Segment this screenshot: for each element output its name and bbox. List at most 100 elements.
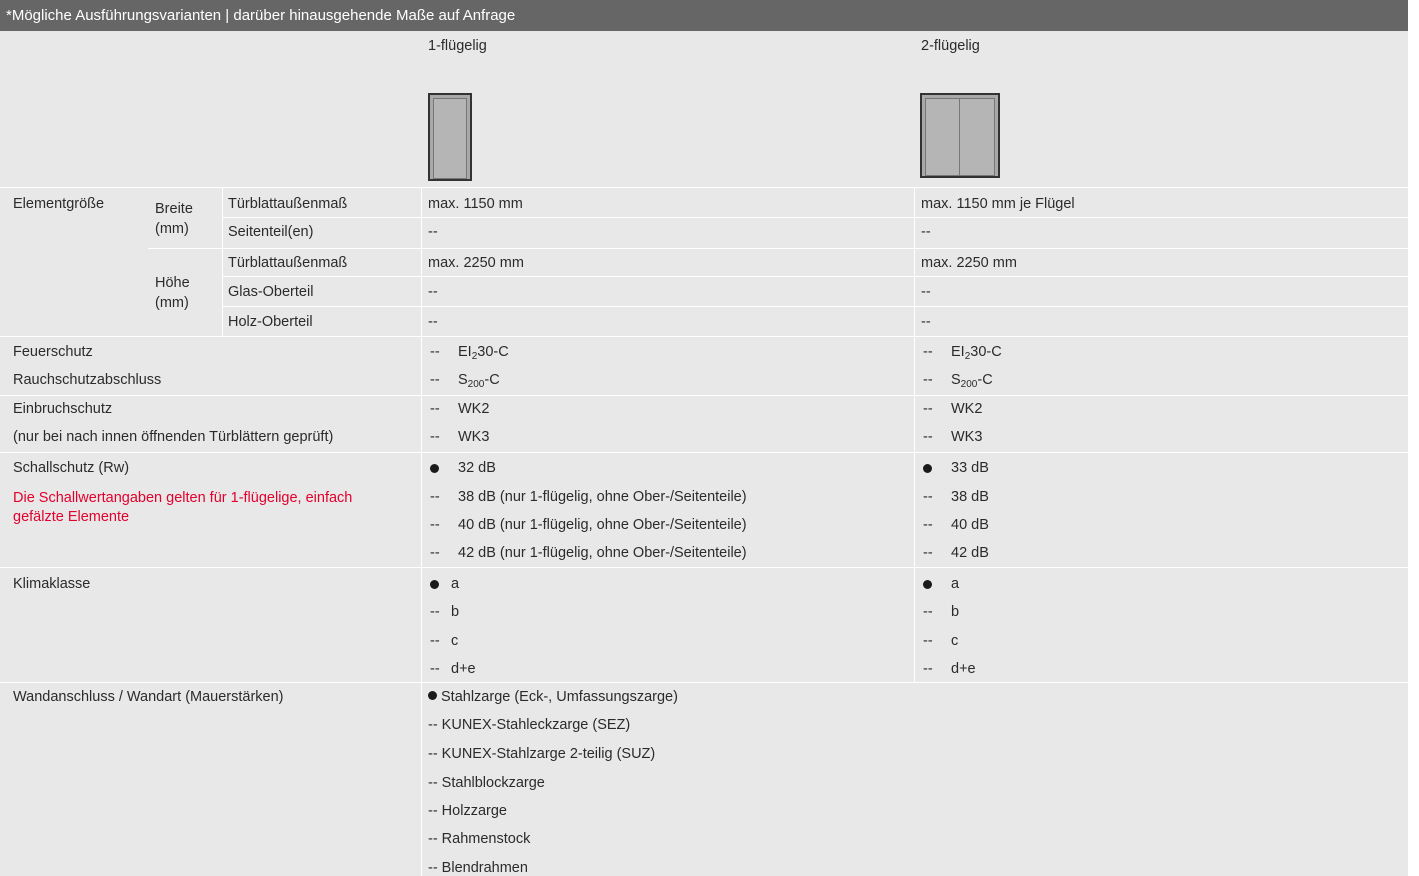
row-divider [0, 395, 1408, 396]
marker-dash: -- [430, 344, 440, 360]
sound-value-2: 33 dB [951, 460, 989, 476]
climate-value: a [951, 576, 960, 592]
label-breite: Breite (mm) [155, 201, 193, 237]
row-divider [148, 248, 1408, 249]
row-label-burglary: Einbruchschutz [13, 401, 113, 417]
fire-rating-1: EI230-C [458, 344, 509, 362]
row-divider [0, 452, 1408, 453]
sound-note: Die Schallwertangaben gelten für 1-flüge… [13, 490, 353, 525]
row-label-sound: Schallschutz (Rw) [13, 460, 130, 476]
marker-dash: -- [430, 429, 440, 445]
row-divider [0, 336, 1408, 337]
climate-value: d+e [951, 661, 976, 677]
climate-value: b [451, 604, 460, 620]
row-label-element-size: Elementgröße [13, 196, 105, 212]
size-sub-label: Holz-Oberteil [228, 314, 313, 330]
standard-dot-icon [430, 461, 450, 477]
size-value-1: max. 2250 mm [428, 255, 524, 271]
size-sub-label: Seitenteil(en) [228, 224, 314, 240]
row-label-fire: Feuerschutz [13, 344, 93, 360]
label-hoehe: Höhe (mm) [155, 275, 190, 311]
marker-dash: -- [923, 344, 933, 360]
burglary-value: WK3 [951, 429, 983, 445]
sound-value-2: 40 dB [951, 517, 989, 533]
column-divider [421, 187, 422, 876]
marker-dash: -- [923, 372, 933, 388]
spec-table: 1-flügelig 2-flügelig Elementgröße Breit… [0, 31, 1408, 876]
marker-dash: -- [923, 489, 933, 505]
marker-dash: -- [430, 604, 440, 620]
wall-item: -- Blendrahmen [428, 860, 528, 876]
burglary-value: WK2 [458, 401, 490, 417]
size-value-2: -- [921, 284, 931, 300]
wall-item: -- KUNEX-Stahlzarge 2-teilig (SUZ) [428, 746, 656, 762]
table-header: *Mögliche Ausführungsvarianten | darüber… [0, 0, 1408, 31]
size-value-1: max. 1150 mm [428, 196, 523, 212]
column-divider [914, 187, 915, 682]
size-value-2: -- [921, 224, 931, 240]
marker-dash: -- [923, 604, 933, 620]
row-divider [0, 567, 1408, 568]
climate-value: b [951, 604, 960, 620]
smoke-rating-1: S200-C [458, 372, 500, 390]
marker-dash: -- [923, 633, 933, 649]
climate-value: c [951, 633, 959, 649]
sound-value-2: 38 dB [951, 489, 989, 505]
row-label-burglary-note: (nur bei nach innen öffnenden Türblätter… [13, 429, 334, 445]
marker-dash: -- [430, 633, 440, 649]
wall-item: -- KUNEX-Stahleckzarge (SEZ) [428, 717, 631, 733]
sound-value-1: 32 dB [458, 460, 496, 476]
row-divider [0, 187, 1408, 188]
column-divider [222, 187, 223, 336]
size-value-2: max. 2250 mm [921, 255, 1017, 271]
burglary-value: WK3 [458, 429, 490, 445]
standard-dot-icon [923, 577, 943, 593]
wall-item: -- Holzzarge [428, 803, 507, 819]
row-divider [222, 306, 1408, 307]
standard-dot-icon [923, 461, 943, 477]
marker-dash: -- [430, 401, 440, 417]
wall-item: -- Rahmenstock [428, 831, 531, 847]
sound-value-1: 38 dB (nur 1-flügelig, ohne Ober-/Seiten… [458, 489, 747, 505]
marker-dash: -- [923, 545, 933, 561]
size-value-1: -- [428, 284, 438, 300]
column-header-2-fluegelig: 2-flügelig [921, 38, 980, 54]
size-value-1: -- [428, 314, 438, 330]
sound-value-1: 40 dB (nur 1-flügelig, ohne Ober-/Seiten… [458, 517, 747, 533]
standard-dot-icon [430, 577, 450, 593]
row-divider [0, 682, 1408, 683]
marker-dash: -- [430, 517, 440, 533]
row-label-wall: Wandanschluss / Wandart (Mauerstärken) [13, 689, 284, 705]
wall-item: Stahlzarge (Eck-, Umfassungszarge) [428, 689, 678, 705]
size-value-2: -- [921, 314, 931, 330]
climate-value: d+e [451, 661, 476, 677]
marker-dash: -- [923, 401, 933, 417]
fire-rating-2: EI230-C [951, 344, 1002, 362]
row-divider [222, 276, 1408, 277]
row-label-smoke: Rauchschutzabschluss [13, 372, 162, 388]
single-door-image [428, 93, 472, 181]
size-sub-label: Glas-Oberteil [228, 284, 314, 300]
marker-dash: -- [923, 661, 933, 677]
wall-item: -- Stahlblockzarge [428, 775, 545, 791]
row-label-climate: Klimaklasse [13, 576, 91, 592]
marker-dash: -- [923, 517, 933, 533]
marker-dash: -- [430, 372, 440, 388]
burglary-value: WK2 [951, 401, 983, 417]
row-divider [222, 217, 1408, 218]
sound-value-1: 42 dB (nur 1-flügelig, ohne Ober-/Seiten… [458, 545, 747, 561]
size-sub-label: Türblattaußenmaß [228, 196, 348, 212]
marker-dash: -- [923, 429, 933, 445]
size-value-2: max. 1150 mm je Flügel [921, 196, 1075, 212]
size-value-1: -- [428, 224, 438, 240]
climate-value: c [451, 633, 459, 649]
standard-dot-icon [428, 691, 437, 700]
column-header-1-fluegelig: 1-flügelig [428, 38, 487, 54]
marker-dash: -- [430, 545, 440, 561]
marker-dash: -- [430, 489, 440, 505]
double-door-image [920, 93, 1000, 178]
sound-value-2: 42 dB [951, 545, 989, 561]
climate-value: a [451, 576, 460, 592]
smoke-rating-2: S200-C [951, 372, 993, 390]
size-sub-label: Türblattaußenmaß [228, 255, 348, 271]
